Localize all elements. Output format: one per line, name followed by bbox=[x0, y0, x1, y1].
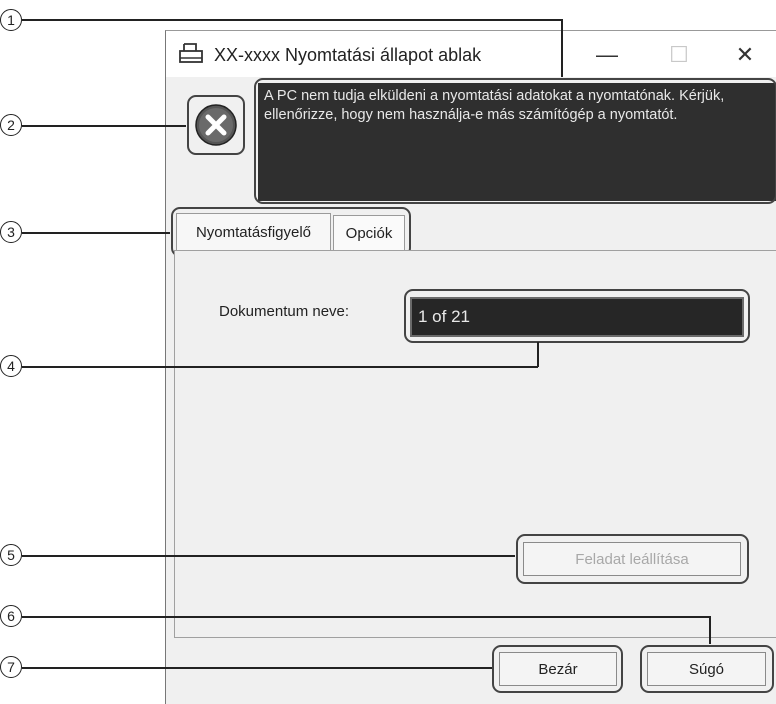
document-name-label: Dokumentum neve: bbox=[219, 303, 350, 320]
callout-5-line bbox=[22, 555, 515, 557]
document-field-highlight bbox=[404, 289, 750, 343]
minimize-icon: — bbox=[596, 42, 618, 67]
close-window-button[interactable]: ✕ bbox=[723, 37, 767, 73]
maximize-button[interactable]: ☐ bbox=[657, 37, 701, 73]
callout-1: 1 bbox=[0, 9, 22, 31]
callout-1-line bbox=[22, 19, 562, 21]
status-message-highlight bbox=[254, 78, 776, 204]
callout-3: 3 bbox=[0, 221, 22, 243]
stop-job-highlight bbox=[516, 534, 749, 584]
window-title: XX-xxxx Nyomtatási állapot ablak bbox=[214, 45, 482, 65]
help-button-highlight bbox=[640, 645, 774, 693]
close-icon: ✕ bbox=[735, 42, 755, 67]
callout-7-line bbox=[22, 667, 492, 669]
error-x-icon bbox=[194, 103, 238, 147]
callout-1-leader bbox=[561, 19, 563, 77]
callout-6-leader bbox=[709, 616, 711, 644]
callout-2-line bbox=[22, 125, 186, 127]
title-bar[interactable]: XX-xxxx Nyomtatási állapot ablak — ☐ ✕ bbox=[166, 31, 776, 77]
callout-6: 6 bbox=[0, 605, 22, 627]
callout-6-line bbox=[22, 616, 710, 618]
printer-icon bbox=[178, 41, 204, 67]
minimize-button[interactable]: — bbox=[585, 37, 629, 73]
callout-5: 5 bbox=[0, 544, 22, 566]
callout-4: 4 bbox=[0, 355, 22, 377]
callout-4-leader bbox=[537, 342, 539, 367]
callout-3-line bbox=[22, 232, 170, 234]
maximize-icon: ☐ bbox=[669, 42, 689, 67]
callout-4-line bbox=[22, 366, 538, 368]
callout-7: 7 bbox=[0, 656, 22, 678]
close-button-highlight bbox=[492, 645, 623, 693]
callout-2: 2 bbox=[0, 114, 22, 136]
